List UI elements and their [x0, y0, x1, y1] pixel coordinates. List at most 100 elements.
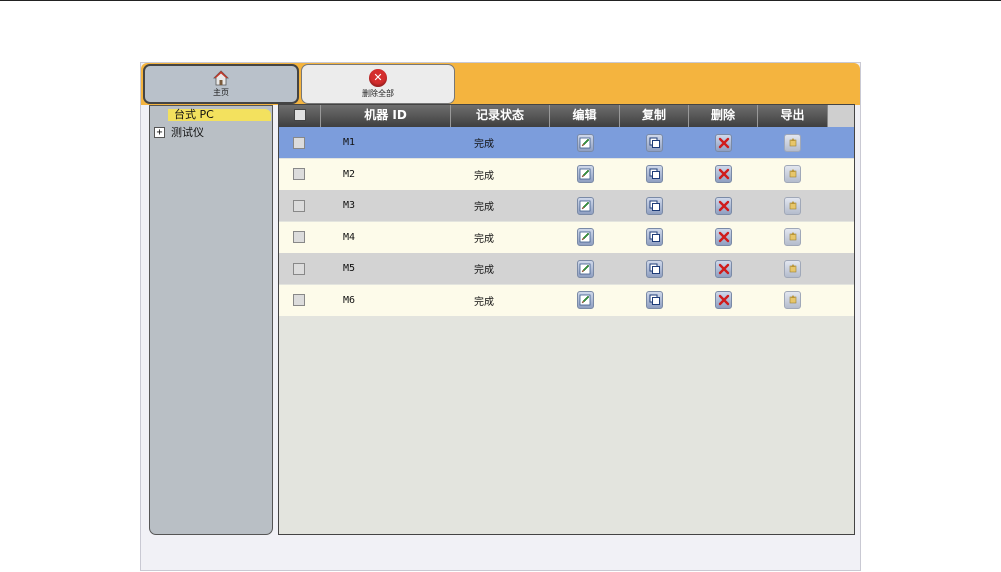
- copy-icon[interactable]: [646, 196, 663, 215]
- row-checkbox[interactable]: [293, 294, 305, 306]
- table-row[interactable]: M4 完成: [279, 221, 854, 253]
- top-divider: [0, 0, 1001, 1]
- machine-id: M4: [343, 231, 356, 243]
- edit-icon[interactable]: [576, 133, 594, 152]
- home-button[interactable]: 主页: [143, 64, 299, 104]
- export-cell: [758, 222, 827, 253]
- row-checkbox[interactable]: [293, 262, 305, 275]
- table-row[interactable]: M5 完成: [279, 253, 854, 284]
- copy-cell: [620, 285, 689, 316]
- edit-icon[interactable]: [576, 228, 594, 246]
- delete-icon[interactable]: [715, 165, 732, 183]
- row-checkbox-cell: [279, 285, 321, 316]
- select-all-checkbox[interactable]: [293, 109, 306, 121]
- edit-icon[interactable]: [576, 291, 594, 309]
- copy-icon[interactable]: [646, 165, 663, 183]
- export-icon[interactable]: [784, 165, 801, 183]
- export-icon[interactable]: [784, 196, 801, 215]
- edit-icon[interactable]: [576, 196, 594, 215]
- column-header-export[interactable]: 导出: [758, 105, 827, 127]
- table-row[interactable]: M2 完成: [279, 158, 854, 190]
- delete-all-button-label: 删除全部: [362, 89, 394, 98]
- table-row[interactable]: M1 完成: [279, 127, 854, 158]
- delete-icon[interactable]: [715, 196, 732, 215]
- edit-icon[interactable]: [576, 259, 594, 278]
- row-checkbox[interactable]: [293, 136, 305, 149]
- export-cell: [758, 127, 827, 158]
- delete-all-button[interactable]: ✕ 删除全部: [301, 64, 455, 104]
- column-header-record-status[interactable]: 记录状态: [451, 105, 550, 127]
- expand-icon[interactable]: +: [154, 126, 165, 138]
- edit-icon[interactable]: [576, 165, 594, 183]
- edit-cell: [550, 127, 620, 158]
- tree-item-desktop-pc[interactable]: 台式 PC: [168, 109, 271, 121]
- delete-icon[interactable]: [715, 291, 732, 309]
- copy-cell: [620, 159, 689, 190]
- machine-table: 机器 ID 记录状态 编辑 复制 删除 导出 M1 完成 M2 完成 M3 完成 M4 完成 M…: [278, 104, 855, 535]
- delete-all-icon: ✕: [369, 69, 387, 87]
- delete-cell: [689, 285, 758, 316]
- row-checkbox[interactable]: [293, 199, 305, 212]
- edit-cell: [550, 190, 620, 221]
- export-cell: [758, 285, 827, 316]
- column-header-delete[interactable]: 删除: [689, 105, 758, 127]
- export-icon[interactable]: [784, 291, 801, 309]
- row-checkbox[interactable]: [293, 231, 305, 243]
- record-status: 完成: [474, 170, 494, 182]
- export-icon[interactable]: [784, 259, 801, 278]
- select-all-header: [279, 105, 321, 127]
- copy-icon[interactable]: [646, 133, 663, 152]
- home-icon: [213, 70, 229, 86]
- tree-sidebar: 台式 PC + 测试仪: [149, 105, 273, 535]
- record-status: 完成: [474, 265, 494, 276]
- table-row[interactable]: M3 完成: [279, 190, 854, 221]
- row-checkbox-cell: [279, 190, 321, 221]
- delete-cell: [689, 253, 758, 284]
- delete-cell: [689, 222, 758, 253]
- delete-icon[interactable]: [715, 259, 732, 278]
- delete-icon[interactable]: [715, 133, 732, 152]
- table-header: 机器 ID 记录状态 编辑 复制 删除 导出: [279, 105, 827, 127]
- home-button-label: 主页: [213, 88, 229, 97]
- tree-item-label: 台式 PC: [174, 108, 214, 121]
- machine-id: M3: [343, 200, 356, 211]
- table-row[interactable]: M6 完成: [279, 284, 854, 316]
- copy-cell: [620, 190, 689, 221]
- row-checkbox-cell: [279, 127, 321, 158]
- export-cell: [758, 253, 827, 284]
- edit-cell: [550, 285, 620, 316]
- record-status: 完成: [474, 202, 494, 213]
- record-status: 完成: [474, 296, 494, 308]
- column-header-machine-id[interactable]: 机器 ID: [321, 105, 451, 127]
- toolbar: 主页 ✕ 删除全部: [141, 63, 860, 105]
- app-window: 主页 ✕ 删除全部 台式 PC + 测试仪 机器 ID 记录状态 编辑 复制 删…: [140, 62, 861, 571]
- machine-id: M5: [343, 263, 356, 274]
- record-status: 完成: [474, 139, 494, 150]
- delete-icon[interactable]: [715, 228, 732, 246]
- machine-id: M6: [343, 294, 356, 306]
- export-icon[interactable]: [784, 133, 801, 152]
- machine-id: M1: [343, 137, 356, 148]
- delete-cell: [689, 190, 758, 221]
- tree-item-label: 测试仪: [171, 126, 204, 139]
- copy-cell: [620, 222, 689, 253]
- copy-icon[interactable]: [646, 259, 663, 278]
- delete-cell: [689, 159, 758, 190]
- row-checkbox[interactable]: [293, 168, 305, 180]
- copy-icon[interactable]: [646, 291, 663, 309]
- export-icon[interactable]: [784, 228, 801, 246]
- record-status: 完成: [474, 233, 494, 245]
- copy-cell: [620, 253, 689, 284]
- edit-cell: [550, 222, 620, 253]
- export-cell: [758, 159, 827, 190]
- column-header-copy[interactable]: 复制: [620, 105, 689, 127]
- column-header-edit[interactable]: 编辑: [550, 105, 620, 127]
- edit-cell: [550, 159, 620, 190]
- tree-item-tester[interactable]: + 测试仪: [154, 124, 204, 140]
- edit-cell: [550, 253, 620, 284]
- delete-cell: [689, 127, 758, 158]
- copy-icon[interactable]: [646, 228, 663, 246]
- row-checkbox-cell: [279, 222, 321, 253]
- row-checkbox-cell: [279, 159, 321, 190]
- machine-id: M2: [343, 168, 356, 180]
